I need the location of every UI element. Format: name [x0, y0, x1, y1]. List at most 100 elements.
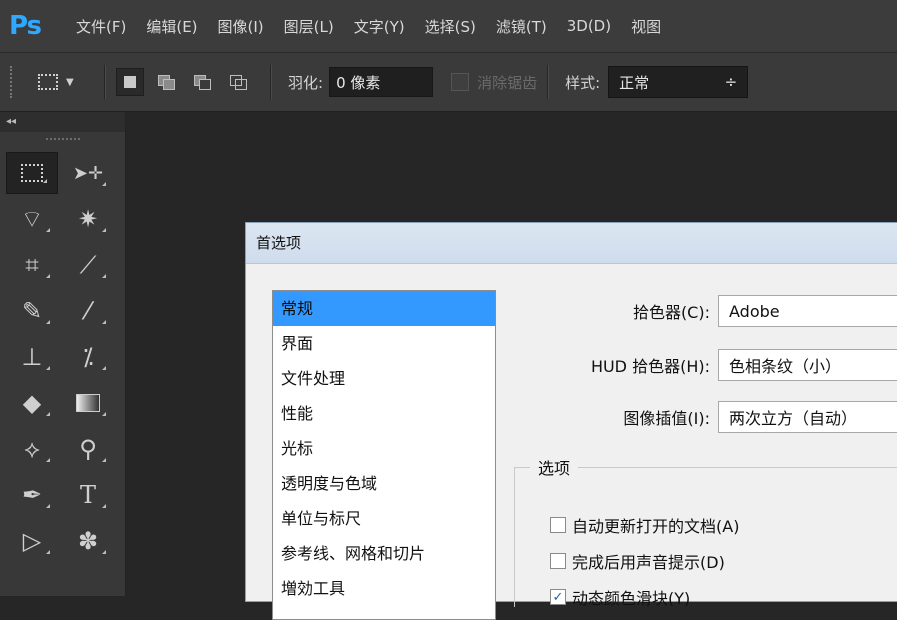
auto-update-label: 自动更新打开的文档(A): [572, 517, 740, 536]
new-selection-icon: [124, 76, 136, 88]
subtract-selection-icon: [194, 75, 211, 90]
crop-tool[interactable]: ⌗: [4, 242, 60, 288]
category-item[interactable]: 増効工具: [273, 571, 495, 606]
rect-marquee-icon: [38, 74, 58, 90]
blur-icon: ⟡: [24, 435, 40, 463]
magic-wand-tool[interactable]: ✷: [60, 196, 116, 242]
type-tool[interactable]: T: [60, 472, 116, 518]
options-group-title: 选项: [530, 455, 579, 479]
beep-checkbox[interactable]: [550, 553, 566, 569]
feather-input[interactable]: 0 像素: [329, 67, 434, 97]
category-list: 常规 界面 文件处理 性能 光标 透明度与色域 单位与标尺 参考线、网格和切片 …: [272, 290, 496, 620]
feather-label: 羽化:: [288, 73, 324, 92]
options-group-border-left: [514, 467, 515, 607]
blur-tool[interactable]: ⟡: [4, 426, 60, 472]
divider: [104, 65, 106, 99]
crop-icon: ⌗: [25, 251, 39, 279]
add-selection-button[interactable]: [152, 68, 180, 96]
divider: [547, 65, 550, 99]
move-icon: ➤✛: [72, 162, 104, 184]
category-item[interactable]: 光标: [273, 431, 495, 466]
menu-3d[interactable]: 3D(D): [567, 17, 611, 35]
new-selection-button[interactable]: [116, 68, 144, 96]
category-item[interactable]: 文件处理: [273, 361, 495, 396]
clone-stamp-tool[interactable]: ⊥: [4, 334, 60, 380]
preferences-dialog: 首选项 常规 界面 文件处理 性能 光标 透明度与色域 单位与标尺 参考线、网格…: [245, 222, 897, 620]
history-brush-tool[interactable]: ⁒: [60, 334, 116, 380]
gradient-tool[interactable]: [60, 380, 116, 426]
menu-layer[interactable]: 图层(L): [284, 16, 334, 37]
hud-picker-label: HUD 拾色器(H):: [590, 357, 710, 376]
healing-brush-tool[interactable]: ✎: [4, 288, 60, 334]
panel-collapse-button[interactable]: ◂◂: [0, 112, 125, 132]
brush-tool[interactable]: ⁄: [60, 288, 116, 334]
hud-picker-row: HUD 拾色器(H): 色相条纹（小）: [514, 349, 897, 381]
hud-picker-select[interactable]: 色相条纹（小）: [718, 349, 897, 381]
menu-select[interactable]: 选择(S): [425, 16, 476, 37]
options-bar-grip[interactable]: [10, 66, 16, 98]
menu-file[interactable]: 文件(F): [76, 16, 126, 37]
panel-grip[interactable]: [0, 132, 125, 146]
pen-tool[interactable]: ✒: [4, 472, 60, 518]
interp-value: 两次立方（自动）: [729, 409, 858, 428]
color-picker-select[interactable]: Adobe: [718, 295, 897, 327]
custom-shape-icon: ✽: [77, 527, 99, 555]
menu-type[interactable]: 文字(Y): [354, 16, 405, 37]
move-tool[interactable]: ➤✛: [60, 150, 116, 196]
dynamic-sliders-label: 动态颜色滑块(Y): [572, 589, 691, 608]
antialias-label: 消除锯齿: [477, 73, 538, 92]
brush-icon: ⁄: [85, 297, 90, 325]
rect-marquee-icon: [21, 164, 43, 182]
intersect-selection-icon: [230, 75, 247, 90]
lasso-tool[interactable]: ⌔: [4, 196, 60, 242]
select-arrows-icon: ÷: [724, 73, 738, 91]
category-item[interactable]: 参考线、网格和切片: [273, 536, 495, 571]
menu-view[interactable]: 视图: [631, 16, 661, 37]
intersect-selection-button[interactable]: [224, 68, 252, 96]
dodge-tool[interactable]: ⚲: [60, 426, 116, 472]
menu-image[interactable]: 图像(I): [218, 16, 264, 37]
hud-picker-value: 色相条纹（小）: [729, 357, 842, 376]
style-select[interactable]: 正常 ÷: [608, 66, 749, 98]
pen-icon: ✒: [21, 481, 43, 509]
eyedropper-icon: ⟋: [79, 251, 97, 279]
gradient-icon: [76, 394, 100, 412]
style-label: 样式:: [565, 73, 601, 92]
category-item[interactable]: 性能: [273, 396, 495, 431]
custom-shape-tool[interactable]: ✽: [60, 518, 116, 564]
eraser-tool[interactable]: ◆: [4, 380, 60, 426]
menu-edit[interactable]: 编辑(E): [146, 16, 197, 37]
dialog-title: 首选项: [246, 223, 897, 264]
polygon-lasso-icon: ⌔: [20, 205, 44, 233]
category-item[interactable]: 界面: [273, 326, 495, 361]
category-item[interactable]: 常规: [273, 291, 495, 326]
subtract-selection-button[interactable]: [188, 68, 216, 96]
auto-update-checkbox[interactable]: [550, 517, 566, 533]
beep-label: 完成后用声音提示(D): [572, 553, 725, 572]
color-picker-label: 拾色器(C):: [632, 303, 710, 322]
auto-update-option[interactable]: 自动更新打开的文档(A): [550, 513, 739, 537]
add-selection-icon: [158, 75, 175, 90]
dynamic-sliders-checkbox[interactable]: ✓: [550, 589, 566, 605]
rect-marquee-tool[interactable]: [6, 152, 58, 194]
magic-wand-icon: ✷: [77, 205, 99, 233]
interp-row: 图像插值(I): 两次立方（自动）: [514, 401, 897, 433]
eyedropper-tool[interactable]: ⟋: [60, 242, 116, 288]
path-select-icon: ▷: [22, 527, 42, 555]
category-item[interactable]: 单位与标尺: [273, 501, 495, 536]
color-picker-row: 拾色器(C): Adobe: [514, 295, 897, 327]
options-bar: ▼ 羽化: 0 像素 消除锯齿 样式: 正常 ÷: [0, 53, 897, 112]
beep-option[interactable]: 完成后用声音提示(D): [550, 549, 725, 573]
photoshop-logo: Ps: [8, 11, 42, 41]
path-select-tool[interactable]: ▷: [4, 518, 60, 564]
dynamic-sliders-option[interactable]: ✓ 动态颜色滑块(Y): [550, 585, 690, 609]
style-value: 正常: [619, 73, 650, 92]
category-item[interactable]: 透明度与色域: [273, 466, 495, 501]
menu-filter[interactable]: 滤镜(T): [496, 16, 547, 37]
eraser-icon: ◆: [22, 389, 42, 417]
tool-preset-picker[interactable]: ▼: [38, 67, 94, 97]
interp-select[interactable]: 两次立方（自动）: [718, 401, 897, 433]
antialias-checkbox[interactable]: [451, 73, 470, 91]
tools-panel: ◂◂ ➤✛ ⌔ ✷ ⌗ ⟋ ✎ ⁄ ⊥ ⁒ ◆ ⟡ ⚲ ✒ T ▷ ✽: [0, 112, 126, 596]
chevron-down-icon: ▼: [66, 76, 74, 88]
